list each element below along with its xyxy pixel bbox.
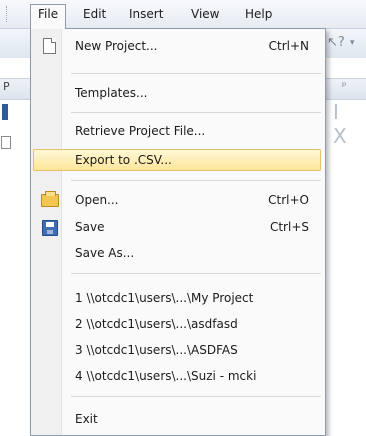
menu-item-label: Retrieve Project File... <box>75 124 206 138</box>
menu-view[interactable]: View <box>184 4 226 24</box>
menubar-grip[interactable] <box>6 6 9 22</box>
menu-edit[interactable]: Edit <box>76 4 113 24</box>
menu-item-label: 2 \\otcdc1\users\...\asdfasd <box>75 317 238 331</box>
menu-item-shortcut: Ctrl+O <box>268 193 309 207</box>
menu-item-label: 4 \\otcdc1\users\...\Suzi - mcki <box>75 369 257 383</box>
menu-item-recent-4[interactable]: 4 \\otcdc1\users\...\Suzi - mcki <box>33 365 321 387</box>
menu-item-exit[interactable]: Exit <box>33 408 321 430</box>
menu-item-label: 1 \\otcdc1\users\...\My Project <box>75 291 254 305</box>
pin-icon[interactable]: ᵖ <box>342 81 346 92</box>
menu-item-save-as[interactable]: Save As... <box>33 242 321 264</box>
menu-separator <box>71 180 321 181</box>
menu-item-new-project[interactable]: New Project... Ctrl+N <box>33 35 321 57</box>
menu-item-recent-1[interactable]: 1 \\otcdc1\users\...\My Project <box>33 287 321 309</box>
menu-item-label: Save <box>75 220 105 234</box>
menu-separator <box>71 73 321 74</box>
menu-item-label: Save As... <box>75 246 135 260</box>
menu-item-export-csv[interactable]: Export to .CSV... <box>33 149 321 171</box>
menu-item-label: Export to .CSV... <box>75 153 172 167</box>
menu-separator <box>71 273 321 274</box>
new-document-icon <box>43 38 56 54</box>
open-folder-icon <box>41 191 59 207</box>
document-icon <box>1 136 11 149</box>
toolbar-dropdown-icon[interactable]: ▾ <box>350 38 355 48</box>
file-menu-dropdown: New Project... Ctrl+N Templates... Retri… <box>30 28 326 436</box>
menu-item-save[interactable]: Save Ctrl+S <box>33 216 321 238</box>
background-glyphs: I X <box>333 100 353 148</box>
menu-file[interactable]: File <box>30 4 67 29</box>
menu-help[interactable]: Help <box>238 4 279 24</box>
menu-item-recent-2[interactable]: 2 \\otcdc1\users\...\asdfasd <box>33 313 321 335</box>
menu-item-label: Templates... <box>75 86 148 100</box>
menu-item-templates[interactable]: Templates... <box>33 82 321 104</box>
panel-title: P <box>3 80 10 93</box>
menu-item-label: Exit <box>75 412 98 426</box>
menu-insert[interactable]: Insert <box>122 4 170 24</box>
menu-item-shortcut: Ctrl+S <box>269 220 309 234</box>
menu-item-shortcut: Ctrl+N <box>268 39 309 53</box>
menu-separator <box>71 396 321 397</box>
blue-marker <box>2 104 8 120</box>
menu-item-recent-3[interactable]: 3 \\otcdc1\users\...\ASDFAS <box>33 339 321 361</box>
menu-item-label: Open... <box>75 193 119 207</box>
menu-item-retrieve-project-file[interactable]: Retrieve Project File... <box>33 120 321 142</box>
menu-item-open[interactable]: Open... Ctrl+O <box>33 189 321 211</box>
menu-separator <box>71 112 321 113</box>
menu-item-label: 3 \\otcdc1\users\...\ASDFAS <box>75 343 238 357</box>
save-disk-icon <box>42 220 58 236</box>
menu-bar: File Edit Insert View Help <box>0 0 366 29</box>
help-pointer-icon[interactable]: ↖? <box>327 35 345 51</box>
menu-item-label: New Project... <box>75 39 158 53</box>
